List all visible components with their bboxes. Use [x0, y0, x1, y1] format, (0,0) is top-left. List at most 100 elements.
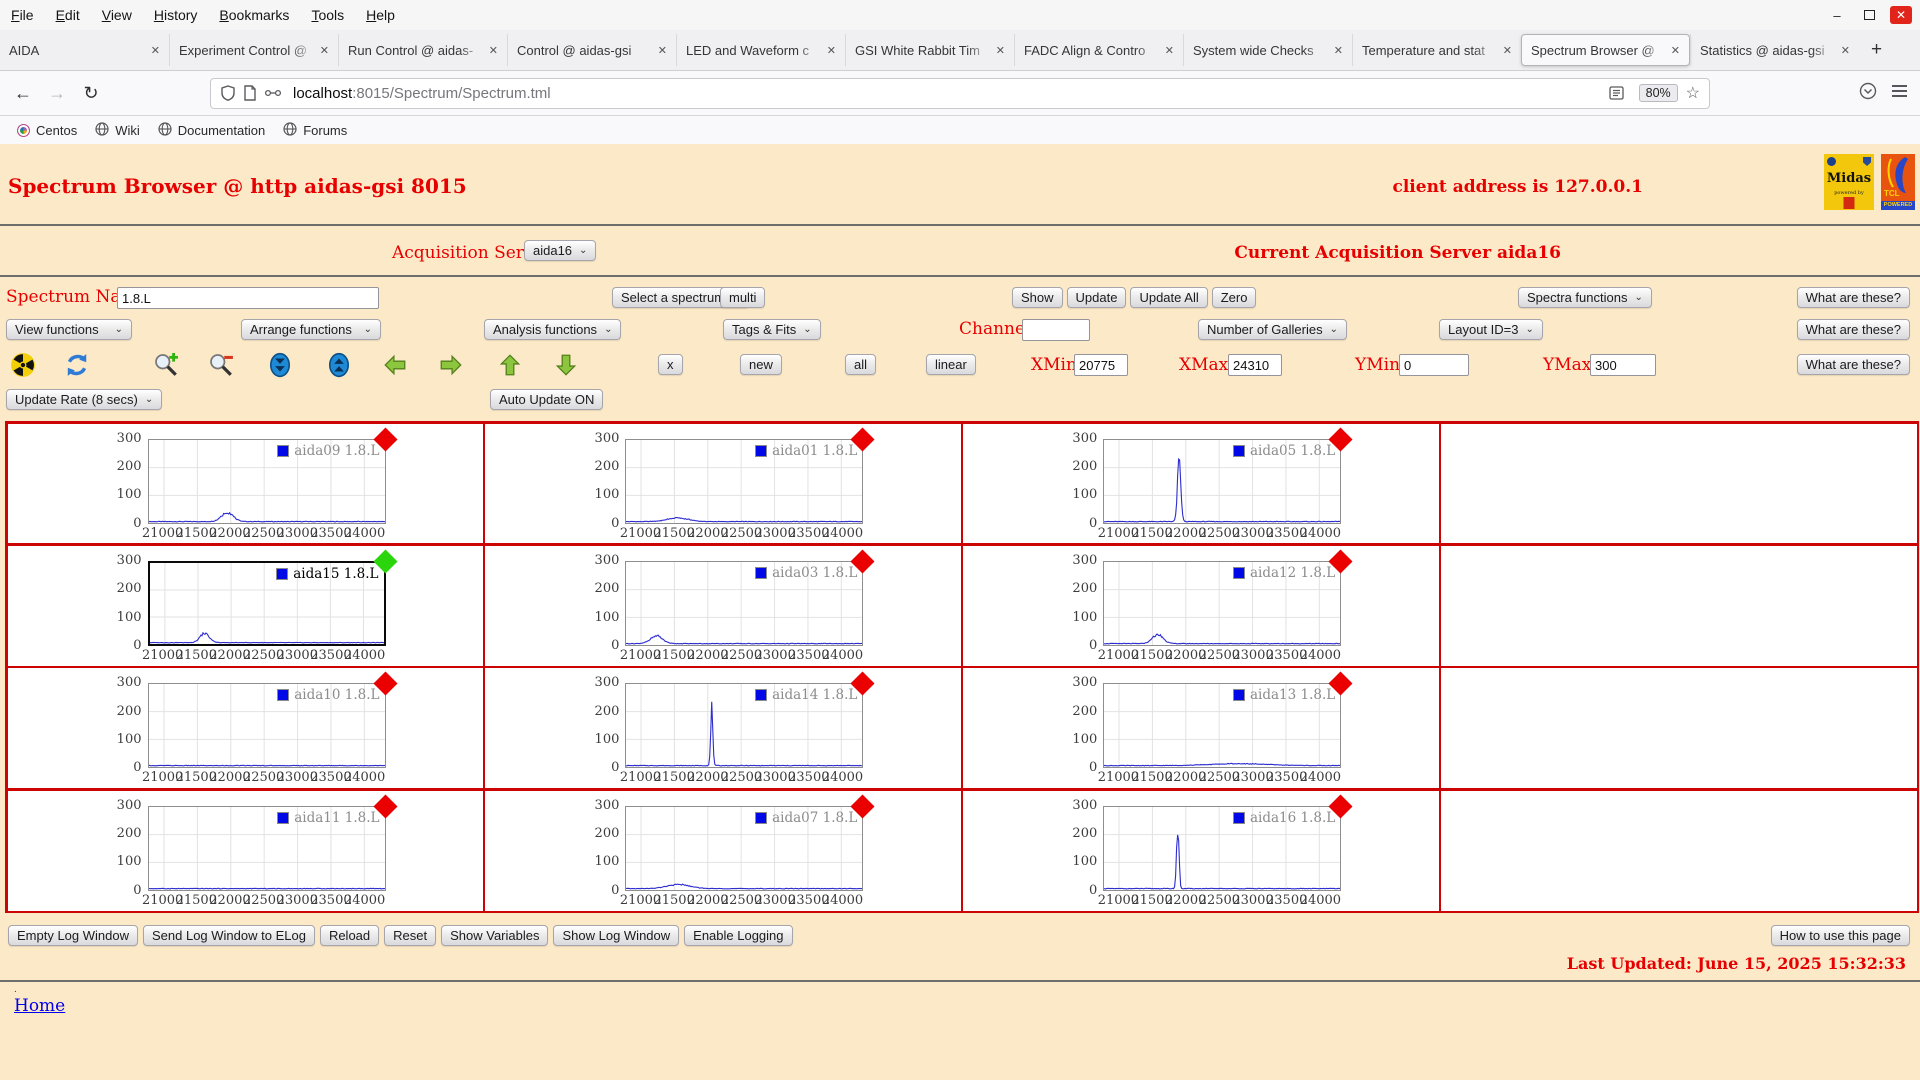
- arrow-left-icon[interactable]: [382, 352, 408, 378]
- bookmark-forums[interactable]: Forums: [274, 120, 356, 141]
- tab-close-icon[interactable]: ✕: [146, 42, 165, 59]
- tab-close-icon[interactable]: ✕: [1160, 42, 1179, 59]
- auto-update-button[interactable]: Auto Update ON: [490, 389, 604, 410]
- tab-close-icon[interactable]: ✕: [1498, 42, 1517, 59]
- home-link[interactable]: Home: [14, 996, 65, 1016]
- new-button[interactable]: new: [740, 354, 782, 375]
- plot-frame[interactable]: aida16 1.8.L: [1103, 805, 1342, 891]
- reload-button[interactable]: ↻: [74, 83, 108, 104]
- number-of-galleries-dropdown[interactable]: Number of Galleries ⌄: [1198, 319, 1347, 340]
- tab-10[interactable]: Spectrum Browser @ ✕: [1521, 34, 1690, 66]
- empty-log-window-button[interactable]: Empty Log Window: [8, 925, 138, 946]
- plot-frame[interactable]: aida15 1.8.L: [147, 560, 386, 646]
- tab-11[interactable]: Statistics @ aidas-gsi ✕: [1690, 34, 1859, 66]
- show-variables-button[interactable]: Show Variables: [441, 925, 549, 946]
- tab-1[interactable]: AIDA ✕: [0, 34, 169, 66]
- compress-vertical-icon[interactable]: [267, 352, 293, 378]
- what-are-these-button-1[interactable]: What are these?: [1796, 287, 1910, 308]
- plot-frame[interactable]: aida09 1.8.L: [147, 438, 386, 524]
- send-log-window-to-elog-button[interactable]: Send Log Window to ELog: [143, 925, 315, 946]
- xmax-input[interactable]: [1228, 354, 1282, 376]
- menu-view[interactable]: View: [91, 0, 143, 30]
- tab-2[interactable]: Experiment Control @ ✕: [169, 34, 338, 66]
- menu-bookmarks[interactable]: Bookmarks: [208, 0, 300, 30]
- linear-button[interactable]: linear: [926, 354, 976, 375]
- show-log-window-button[interactable]: Show Log Window: [553, 925, 680, 946]
- expand-vertical-icon[interactable]: [326, 352, 352, 378]
- layout-id-dropdown[interactable]: Layout ID=3 ⌄: [1439, 319, 1543, 340]
- radiation-icon[interactable]: [10, 352, 36, 378]
- reader-view-icon[interactable]: [1608, 86, 1624, 100]
- tab-9[interactable]: Temperature and stat ✕: [1352, 34, 1521, 66]
- arrow-up-icon[interactable]: [497, 352, 523, 378]
- what-are-these-button-2[interactable]: What are these?: [1796, 319, 1910, 340]
- tab-close-icon[interactable]: ✕: [822, 42, 841, 59]
- forward-button[interactable]: →: [40, 83, 74, 104]
- analysis-functions-dropdown[interactable]: Analysis functions ⌄: [484, 319, 622, 340]
- pocket-icon[interactable]: [1859, 82, 1877, 105]
- plot-frame[interactable]: aida03 1.8.L: [625, 560, 864, 646]
- ymax-input[interactable]: [1590, 354, 1656, 376]
- bookmark-wiki[interactable]: Wiki: [86, 120, 149, 141]
- tab-7[interactable]: FADC Align & Contro ✕: [1014, 34, 1183, 66]
- bookmark-star-icon[interactable]: ☆: [1686, 83, 1700, 103]
- zoom-out-icon[interactable]: [208, 352, 234, 378]
- permissions-icon[interactable]: [264, 87, 282, 99]
- what-are-these-button-3[interactable]: What are these?: [1796, 354, 1910, 375]
- reload-button[interactable]: Reload: [319, 925, 380, 946]
- hamburger-menu-icon[interactable]: [1891, 84, 1908, 103]
- acquisition-server-select[interactable]: aida16 ⌄: [524, 240, 597, 261]
- plot-frame[interactable]: aida12 1.8.L: [1103, 560, 1342, 646]
- update-rate-dropdown[interactable]: Update Rate (8 secs) ⌄: [6, 389, 163, 410]
- page-info-icon[interactable]: [243, 85, 257, 101]
- spectra-functions-dropdown[interactable]: Spectra functions ⌄: [1518, 287, 1652, 308]
- arrange-functions-dropdown[interactable]: Arrange functions ⌄: [241, 319, 381, 340]
- channel-input[interactable]: [1022, 319, 1090, 341]
- menu-file[interactable]: File: [0, 0, 45, 30]
- back-button[interactable]: ←: [6, 83, 40, 104]
- update-all-button[interactable]: Update All: [1130, 287, 1208, 308]
- zero-button[interactable]: Zero: [1211, 287, 1257, 308]
- zoom-in-icon[interactable]: [153, 352, 179, 378]
- tab-6[interactable]: GSI White Rabbit Tim ✕: [845, 34, 1014, 66]
- tab-close-icon[interactable]: ✕: [315, 42, 334, 59]
- tab-close-icon[interactable]: ✕: [1836, 42, 1855, 59]
- ymin-input[interactable]: [1399, 354, 1469, 376]
- tab-5[interactable]: LED and Waveform c ✕: [676, 34, 845, 66]
- tab-close-icon[interactable]: ✕: [1666, 42, 1685, 59]
- x-button[interactable]: x: [658, 354, 683, 375]
- how-to-use-button[interactable]: How to use this page: [1770, 925, 1910, 946]
- plot-frame[interactable]: aida13 1.8.L: [1103, 683, 1342, 769]
- arrow-down-icon[interactable]: [553, 352, 579, 378]
- reset-button[interactable]: Reset: [384, 925, 437, 946]
- enable-logging-button[interactable]: Enable Logging: [684, 925, 793, 946]
- tab-close-icon[interactable]: ✕: [991, 42, 1010, 59]
- tags-fits-dropdown[interactable]: Tags & Fits ⌄: [723, 319, 821, 340]
- plot-frame[interactable]: aida01 1.8.L: [625, 438, 864, 524]
- all-button[interactable]: all: [845, 354, 877, 375]
- minimize-button[interactable]: –: [1826, 6, 1848, 24]
- refresh-icon[interactable]: [64, 352, 90, 378]
- tab-close-icon[interactable]: ✕: [1329, 42, 1348, 59]
- show-button[interactable]: Show: [1012, 287, 1063, 308]
- close-button[interactable]: ✕: [1890, 6, 1912, 24]
- tab-8[interactable]: System wide Checks ✕: [1183, 34, 1352, 66]
- menu-tools[interactable]: Tools: [300, 0, 355, 30]
- multi-button[interactable]: multi: [720, 287, 766, 308]
- tab-3[interactable]: Run Control @ aidas- ✕: [338, 34, 507, 66]
- update-button[interactable]: Update: [1066, 287, 1127, 308]
- shield-icon[interactable]: [220, 85, 236, 101]
- plot-frame[interactable]: aida07 1.8.L: [625, 805, 864, 891]
- new-tab-button[interactable]: +: [1859, 39, 1894, 61]
- tab-close-icon[interactable]: ✕: [484, 42, 503, 59]
- url-bar[interactable]: localhost:8015/Spectrum/Spectrum.tml 80%…: [210, 77, 1710, 109]
- maximize-button[interactable]: [1858, 6, 1880, 24]
- plot-frame[interactable]: aida14 1.8.L: [625, 683, 864, 769]
- menu-help[interactable]: Help: [355, 0, 406, 30]
- plot-frame[interactable]: aida05 1.8.L: [1103, 438, 1342, 524]
- bookmark-documentation[interactable]: Documentation: [149, 120, 274, 141]
- view-functions-dropdown[interactable]: View functions ⌄: [6, 319, 132, 340]
- tab-4[interactable]: Control @ aidas-gsi ✕: [507, 34, 676, 66]
- menu-history[interactable]: History: [143, 0, 209, 30]
- zoom-level-badge[interactable]: 80%: [1638, 84, 1678, 102]
